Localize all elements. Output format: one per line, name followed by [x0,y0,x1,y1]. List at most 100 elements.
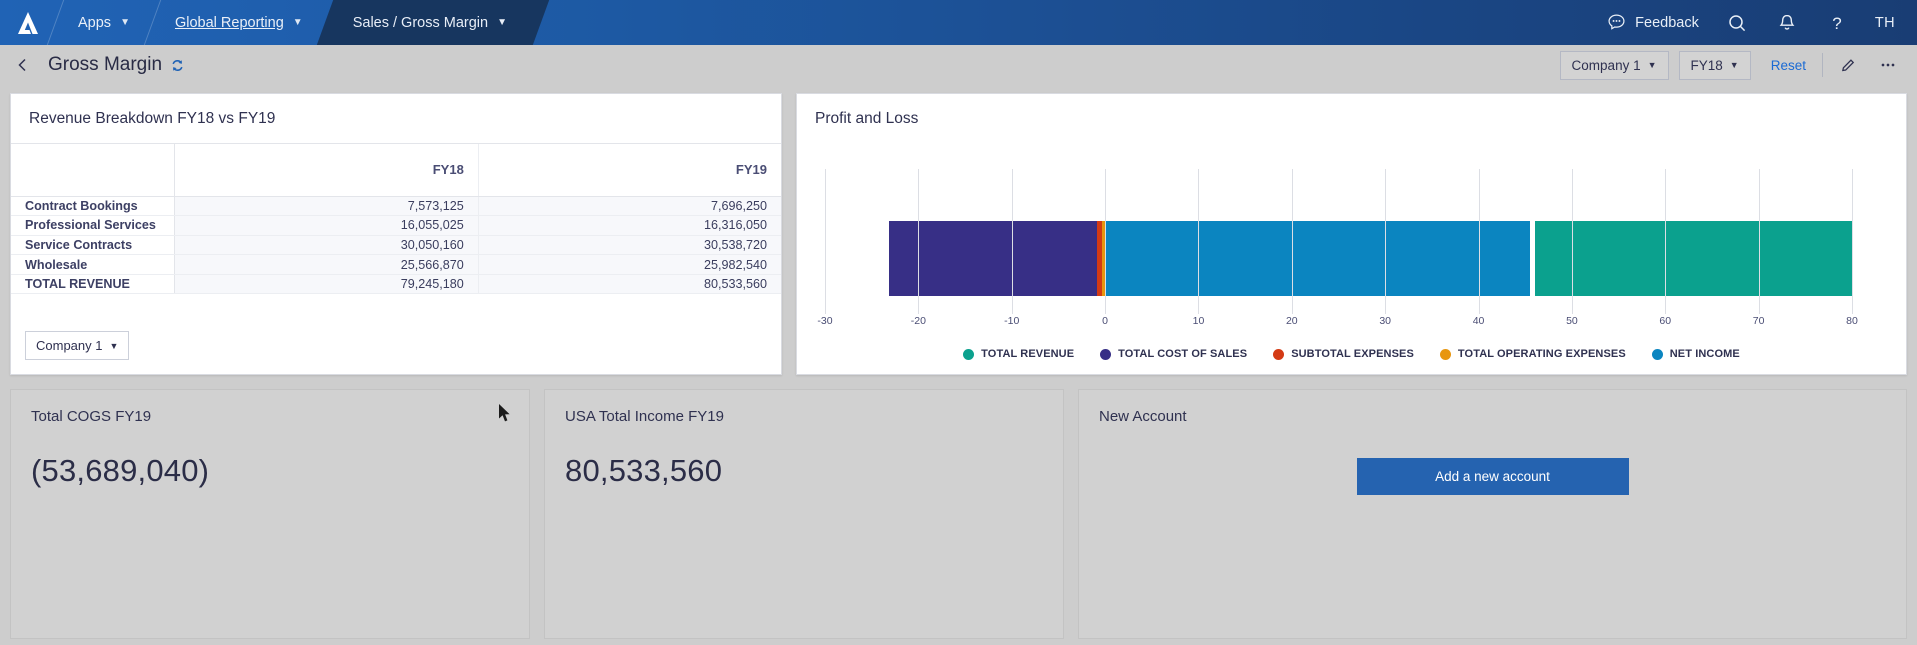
chart-legend-item[interactable]: TOTAL REVENUE [963,348,1074,360]
table-header-blank [11,144,175,197]
feedback-icon [1608,14,1625,30]
apps-menu-label: Apps [78,14,112,31]
table-row[interactable]: Wholesale 25,566,870 25,982,540 [11,254,781,275]
chart-x-tick-label: 60 [1659,315,1672,327]
chevron-down-icon: ▼ [109,340,119,351]
legend-label: SUBTOTAL EXPENSES [1291,348,1414,360]
table-header-row: FY18 FY19 [11,144,781,197]
chart-legend: TOTAL REVENUE TOTAL COST OF SALES SUBTOTAL… [797,342,1906,374]
table-header-fy19: FY19 [478,144,781,197]
row-value-fy18: 7,573,125 [174,196,479,217]
year-filter-dropdown[interactable]: FY18 ▼ [1678,50,1751,80]
row-value-fy19: 7,696,250 [478,196,781,217]
widget-company-dropdown[interactable]: Company 1 ▼ [25,331,130,360]
app-logo[interactable] [0,0,55,45]
widget-company-label: Company 1 [36,338,103,353]
table-row-total[interactable]: TOTAL REVENUE 79,245,180 80,533,560 [11,274,781,295]
legend-color-dot [963,348,975,360]
chart-legend-item[interactable]: TOTAL COST OF SALES [1100,348,1247,360]
page-title: Gross Margin [48,54,185,76]
legend-label: TOTAL OPERATING EXPENSES [1457,348,1626,360]
usa-total-income-value: 80,533,560 [565,453,723,488]
chart-gridline [1758,169,1760,314]
svg-text:?: ? [1832,14,1841,33]
chart-gridline [1011,169,1013,314]
chart-x-tick-label: 0 [1102,315,1108,327]
chart-gridline [1571,169,1573,314]
search-icon [1729,14,1745,31]
chart-bar-segment[interactable] [889,221,1097,296]
help-button[interactable]: ? [1825,11,1849,35]
row-value-fy19: 30,538,720 [478,235,781,256]
chart-bar-stack [825,221,1852,296]
row-label: Professional Services [11,215,175,236]
company-filter-label: Company 1 [1571,57,1641,73]
legend-label: NET INCOME [1669,348,1740,360]
sync-button[interactable] [170,58,185,73]
top-widget-row: Revenue Breakdown FY18 vs FY19 FY18 FY19… [10,93,1907,375]
row-label: Service Contracts [11,235,175,256]
row-label: TOTAL REVENUE [11,274,175,295]
search-button[interactable] [1725,11,1749,35]
table-row[interactable]: Contract Bookings 7,573,125 7,696,250 [11,196,781,217]
chart-x-tick-label: -30 [817,315,833,327]
table-body: Contract Bookings 7,573,125 7,696,250 Pr… [11,196,781,295]
page-title-label: Gross Margin [48,54,163,75]
chart-bar-segment[interactable] [1105,221,1530,296]
row-value-fy18: 25,566,870 [174,254,479,275]
company-filter-dropdown[interactable]: Company 1 ▼ [1559,50,1669,80]
dashboard-board: Revenue Breakdown FY18 vs FY19 FY18 FY19… [0,85,1917,645]
year-filter-label: FY18 [1690,57,1723,73]
row-value-fy18: 79,245,180 [174,274,479,295]
chart-gridline [1478,169,1480,314]
workspace-menu[interactable]: Global Reporting ▼ [153,0,325,45]
usa-total-income-title: USA Total Income FY19 [565,408,724,425]
chart-bar-segment[interactable] [1534,221,1852,296]
page-toolbar: Gross Margin Company 1 ▼ FY18 ▼ Reset [0,45,1917,85]
edit-button[interactable] [1833,50,1863,80]
apps-menu[interactable]: Apps ▼ [56,0,152,45]
chart-x-tick-label: 50 [1566,315,1578,327]
reset-label: Reset [1770,57,1806,73]
more-options-button[interactable] [1873,50,1903,80]
row-value-fy19: 16,316,050 [478,215,781,236]
avatar[interactable]: TH [1875,15,1895,31]
logo-a-mark-icon [17,11,38,34]
chart-legend-item[interactable]: NET INCOME [1651,348,1740,360]
notifications-button[interactable] [1775,11,1799,35]
add-new-account-button[interactable]: Add a new account [1356,458,1629,495]
total-cogs-value: (53,689,040) [31,453,210,488]
legend-color-dot [1651,348,1663,360]
revenue-breakdown-widget: Revenue Breakdown FY18 vs FY19 FY18 FY19… [10,93,782,375]
chart-gridline [1198,169,1200,314]
chart-gridline [825,169,826,314]
chart-x-tick-label: 70 [1752,315,1765,327]
legend-color-dot [1439,348,1451,360]
chevron-down-icon: ▼ [120,17,130,28]
back-button[interactable] [10,52,36,78]
profit-and-loss-chart[interactable]: -30 -20 -10 0 10 20 30 40 50 60 70 80 [815,143,1888,342]
legend-label: TOTAL COST OF SALES [1118,348,1248,360]
breadcrumb-label: Sales / Gross Margin [352,14,489,31]
top-navigation-bar: Apps ▼ Global Reporting ▼ Sales / Gross … [0,0,1917,45]
breadcrumb-page-menu[interactable]: Sales / Gross Margin ▼ [325,0,541,45]
chart-gridline [1665,169,1667,314]
chart-x-axis: -30 -20 -10 0 10 20 30 40 50 60 70 80 [817,315,1857,331]
legend-color-dot [1100,348,1112,360]
chart-legend-item[interactable]: TOTAL OPERATING EXPENSES [1439,348,1626,360]
chart-x-tick-label: -20 [910,315,926,327]
revenue-breakdown-title: Revenue Breakdown FY18 vs FY19 [11,94,781,144]
chart-legend-item[interactable]: SUBTOTAL EXPENSES [1273,348,1414,360]
reset-button[interactable]: Reset [1771,58,1806,73]
table-row[interactable]: Service Contracts 30,050,160 30,538,720 [11,235,781,256]
toolbar-actions: Company 1 ▼ FY18 ▼ Reset [1550,50,1903,80]
legend-label: TOTAL REVENUE [981,348,1075,360]
chart-gridline [1291,169,1293,314]
workspace-menu-label: Global Reporting [174,14,284,31]
feedback-button[interactable]: Feedback [1607,13,1699,32]
table-row[interactable]: Professional Services 16,055,025 16,316,… [11,215,781,236]
row-value-fy19: 80,533,560 [478,274,781,295]
total-cogs-title: Total COGS FY19 [31,408,152,425]
chart-x-tick-label: 20 [1285,315,1298,327]
chevron-down-icon: ▼ [1729,60,1739,70]
